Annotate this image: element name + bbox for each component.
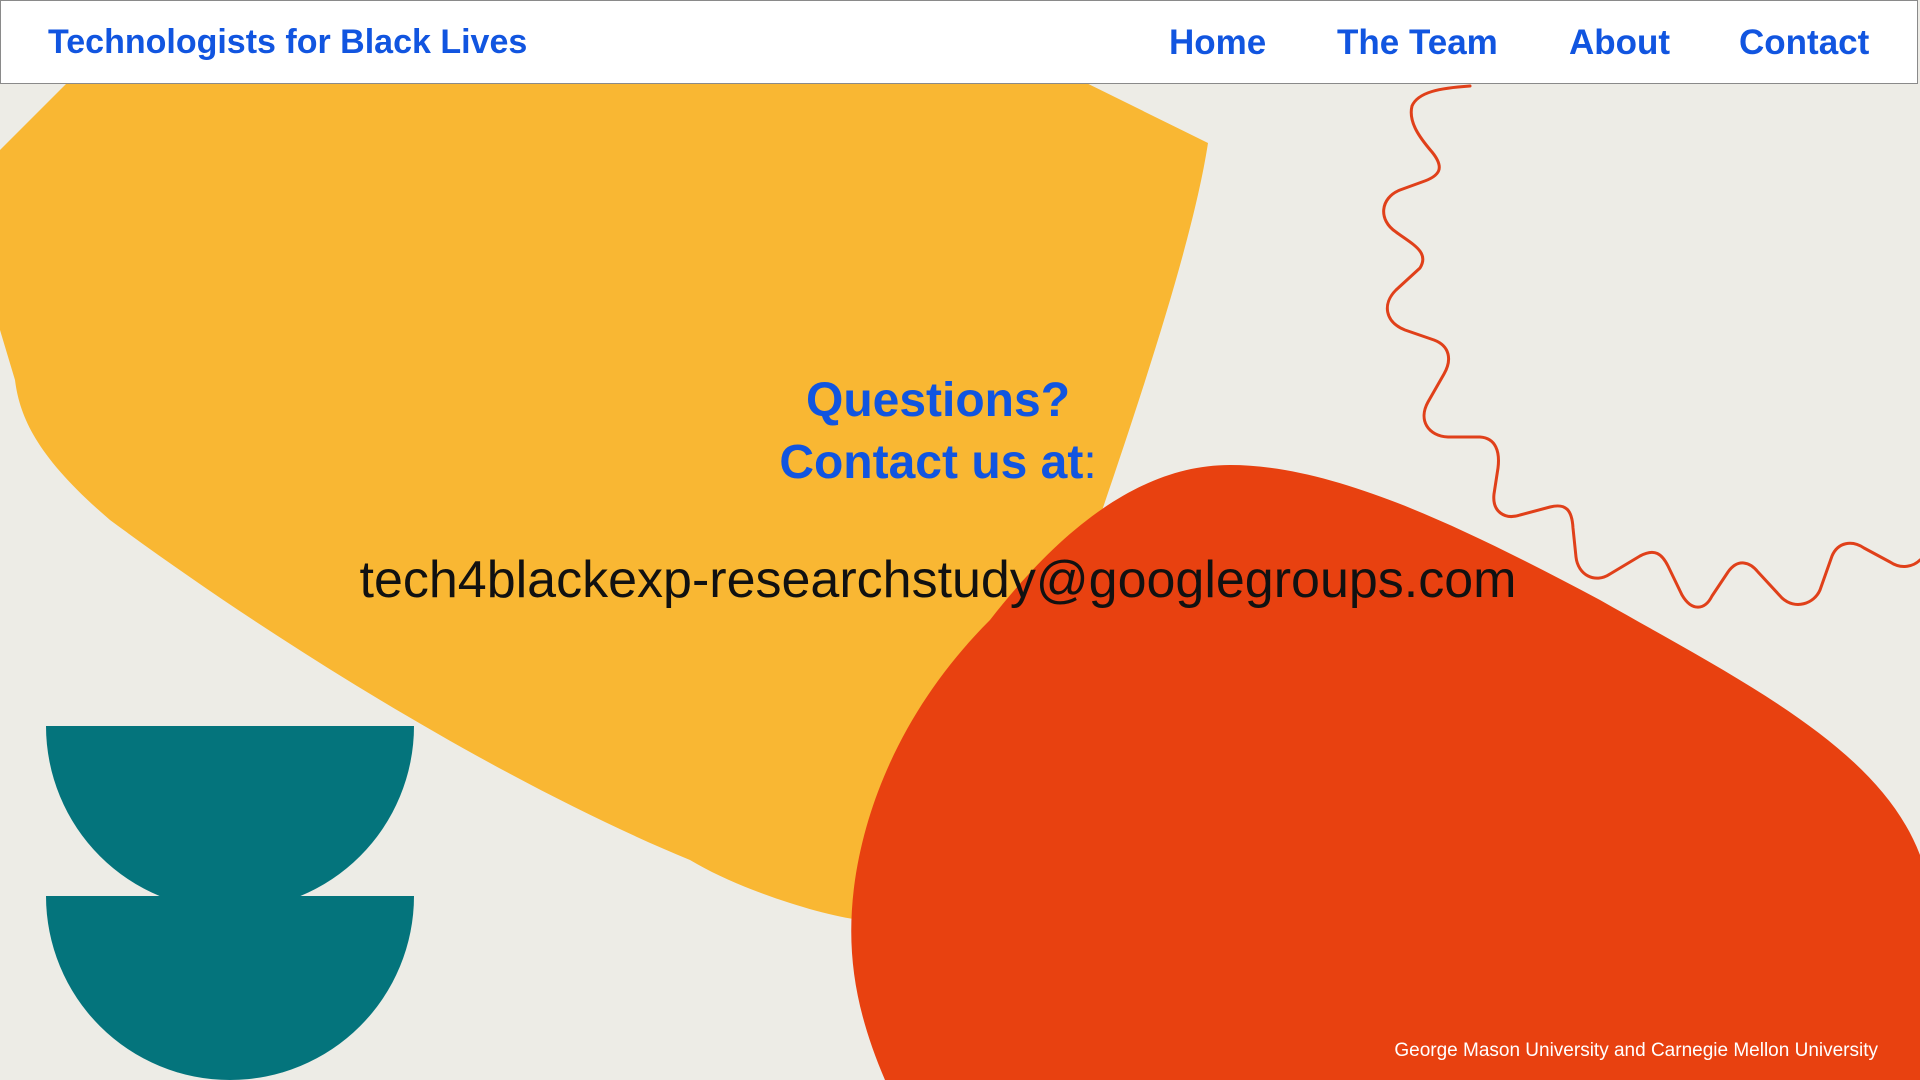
contact-us-text: Contact us at (779, 436, 1084, 489)
nav-home-link[interactable]: Home (1169, 23, 1266, 63)
footer-credit: George Mason University and Carnegie Mel… (1394, 1040, 1878, 1061)
background-art (0, 70, 1920, 1080)
nav-about-link[interactable]: About (1569, 23, 1670, 63)
contact-us-heading: Contact us at: (0, 432, 1876, 494)
nav-contact-link[interactable]: Contact (1739, 23, 1869, 63)
nav-team-link[interactable]: The Team (1337, 23, 1498, 63)
questions-heading: Questions? (805, 374, 1071, 427)
top-navbar: Technologists for Black Lives Home The T… (0, 0, 1918, 84)
page: Technologists for Black Lives Home The T… (0, 0, 1920, 1080)
contact-heading: Questions? Contact us at: (0, 370, 1876, 494)
brand-link[interactable]: Technologists for Black Lives (48, 23, 527, 62)
contact-colon: : (1083, 436, 1097, 489)
teal-half-circles (46, 726, 414, 1080)
red-squiggle-line (1382, 84, 1920, 609)
contact-email[interactable]: tech4blackexp-researchstudy@googlegroups… (0, 550, 1876, 610)
